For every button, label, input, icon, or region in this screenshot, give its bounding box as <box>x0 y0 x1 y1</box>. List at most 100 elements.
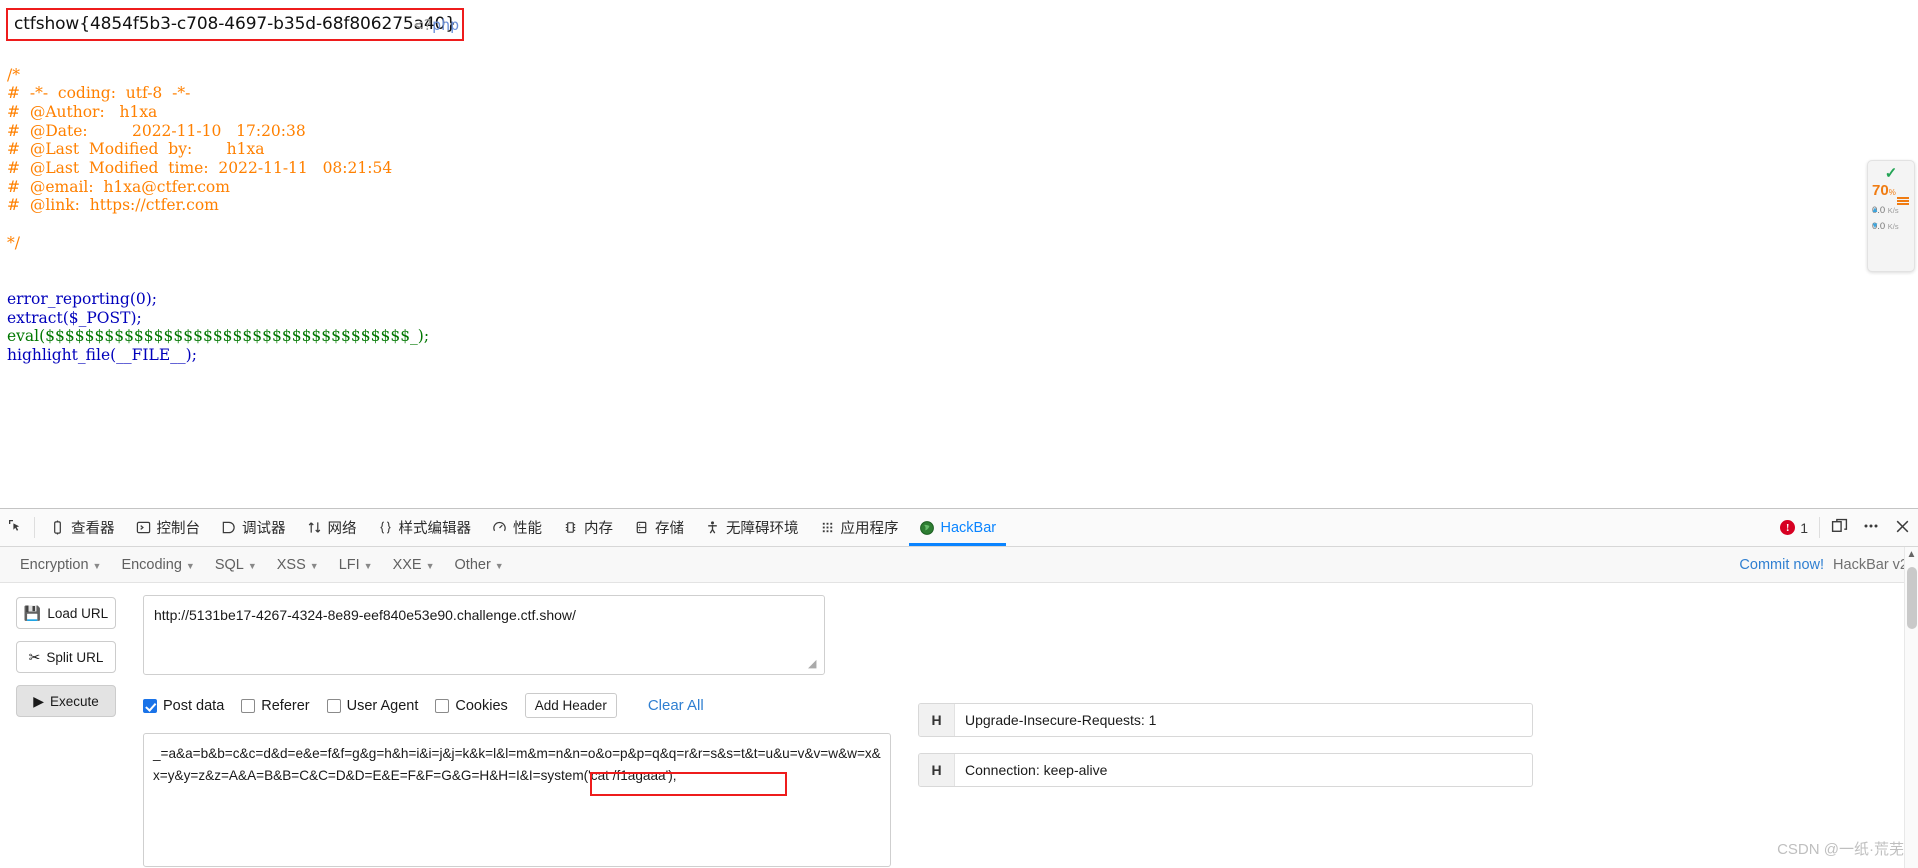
tab-accessibility-label: 无障碍环境 <box>726 521 799 537</box>
hackbar-right-pane: H Upgrade-Insecure-Requests: 1 H Connect… <box>918 583 1918 867</box>
memory-icon <box>562 519 579 536</box>
header-row-upgrade-insecure-requests[interactable]: H Upgrade-Insecure-Requests: 1 <box>918 703 1533 737</box>
tab-application[interactable]: 应用程序 <box>809 509 909 546</box>
commit-now-link[interactable]: Commit now! <box>1739 557 1824 573</box>
tab-inspector-label: 查看器 <box>71 521 115 537</box>
checkbox-user-agent[interactable]: User Agent <box>326 698 418 714</box>
element-picker-button[interactable] <box>0 509 30 546</box>
network-speed-widget[interactable]: ✓ 70% ▲ 0.0 K/s ▼ 0.0 K/s <box>1867 160 1915 272</box>
chevron-down-icon: ▼ <box>247 560 257 571</box>
execute-button[interactable]: ▶ Execute <box>16 685 116 717</box>
more-options-button[interactable] <box>1855 509 1887 546</box>
cookies-label: Cookies <box>455 697 508 714</box>
menu-sql-label: SQL <box>214 556 244 573</box>
console-icon <box>135 519 152 536</box>
devtools-panel: 查看器 控制台 调试器 网络 样式编辑器 性能 内存 存储 无障碍环境 应用程序… <box>0 508 1918 868</box>
download-arrow-icon: ▼ <box>1871 221 1879 230</box>
tab-inspector[interactable]: 查看器 <box>39 509 125 546</box>
tab-storage[interactable]: 存储 <box>623 509 694 546</box>
menu-encryption[interactable]: Encryption ▼ <box>10 553 111 577</box>
user-agent-checkbox-icon[interactable] <box>326 698 341 713</box>
hackbar-icon <box>919 519 936 536</box>
menu-other[interactable]: Other ▼ <box>445 553 514 577</box>
menu-other-label: Other <box>454 556 491 573</box>
dock-layout-button[interactable] <box>1824 509 1855 546</box>
tab-accessibility[interactable]: 无障碍环境 <box>694 509 809 546</box>
header-value[interactable]: Connection: keep-alive <box>955 754 1532 786</box>
php-open-tag-keyword: php <box>432 16 460 34</box>
menu-sql[interactable]: SQL ▼ <box>205 553 267 577</box>
commit-now-area[interactable]: Commit now! HackBar v2 <box>1739 557 1908 573</box>
dock-layout-icon <box>1831 518 1848 538</box>
add-header-button[interactable]: Add Header <box>524 693 617 718</box>
upload-arrow-icon: ▲ <box>1871 205 1879 214</box>
checkbox-post-data[interactable]: Post data <box>143 698 224 714</box>
checkbox-referer[interactable]: Referer <box>241 697 310 714</box>
csdn-watermark: CSDN @一纸·荒芜 <box>1777 841 1904 858</box>
hackbar-options-row: Post data Referer User Agent Cookies Add… <box>143 693 704 718</box>
menu-xxe[interactable]: XXE ▼ <box>383 553 445 577</box>
devtools-scrollbar[interactable]: ▲ <box>1904 547 1918 868</box>
tab-network-label: 网络 <box>327 521 357 537</box>
widget-download-unit: K/s <box>1887 222 1899 231</box>
code-line-eval: eval($$$$$$$$$$$$$$$$$$$$$$$$$$$$$$$$$$$… <box>7 327 430 346</box>
split-url-label: Split URL <box>46 649 104 665</box>
code-line-lastmod-time: # @Last Modified time: 2022-11-11 08:21:… <box>7 159 393 178</box>
menu-lfi[interactable]: LFI ▼ <box>329 553 383 577</box>
code-line-lastmod-by: # @Last Modified by: h1xa <box>7 140 265 159</box>
checkbox-cookies[interactable]: Cookies <box>435 697 508 714</box>
header-tag: H <box>919 754 955 786</box>
close-devtools-button[interactable] <box>1887 509 1918 546</box>
widget-percent-unit: % <box>1888 188 1896 197</box>
style-editor-icon <box>377 519 394 536</box>
scroll-up-icon[interactable]: ▲ <box>1905 547 1918 560</box>
url-input[interactable]: http://5131be17-4267-4324-8e89-eef840e53… <box>143 595 825 675</box>
tab-style-editor[interactable]: 样式编辑器 <box>367 509 482 546</box>
widget-upload-row: ▲ 0.0 K/s <box>1868 205 1914 216</box>
code-line-comment-start: /* <box>7 65 20 84</box>
download-icon: 💾 <box>23 605 42 621</box>
php-source-page: ctfshow{4854f5b3-c708-4697-b35d-68f80627… <box>0 0 1918 508</box>
hackbar-menu-bar: Encryption ▼ Encoding ▼ SQL ▼ XSS ▼ LFI ▼ XXE… <box>0 547 1918 583</box>
clear-all-button[interactable]: Clear All <box>648 697 704 714</box>
execute-label: Execute <box>50 693 99 709</box>
close-icon <box>1894 518 1911 538</box>
tab-performance[interactable]: 性能 <box>481 509 552 546</box>
referer-checkbox-icon[interactable] <box>241 698 256 713</box>
post-data-checkbox-icon[interactable] <box>143 698 157 713</box>
accessibility-icon <box>704 519 721 536</box>
devtools-tabbar: 查看器 控制台 调试器 网络 样式编辑器 性能 内存 存储 无障碍环境 应用程序… <box>0 509 1918 547</box>
hackbar-body: 💾 Load URL ✂ Split URL ▶ Execute http://… <box>0 583 1918 867</box>
tabbar-separator <box>34 517 35 538</box>
tabbar-spacer <box>1006 509 1773 546</box>
header-row-connection[interactable]: H Connection: keep-alive <box>918 753 1533 787</box>
load-url-button[interactable]: 💾 Load URL <box>16 597 116 629</box>
scrollbar-thumb[interactable] <box>1907 567 1917 629</box>
widget-check-icon: ✓ <box>1884 165 1898 182</box>
php-open-tag: <?php <box>414 16 460 34</box>
error-count-badge[interactable]: ! 1 <box>1773 509 1815 546</box>
split-url-button[interactable]: ✂ Split URL <box>16 641 116 673</box>
chevron-down-icon: ▼ <box>92 560 102 571</box>
code-line-comment-end: */ <box>7 233 20 252</box>
header-value[interactable]: Upgrade-Insecure-Requests: 1 <box>955 704 1532 736</box>
widget-percent-value: 70 <box>1872 182 1889 199</box>
tab-style-editor-label: 样式编辑器 <box>398 521 472 537</box>
referer-label: Referer <box>261 697 310 714</box>
tab-hackbar[interactable]: HackBar <box>908 509 1007 546</box>
menu-xss[interactable]: XSS ▼ <box>267 553 329 577</box>
menu-encoding[interactable]: Encoding ▼ <box>111 553 204 577</box>
storage-icon <box>633 519 650 536</box>
application-icon <box>819 519 836 536</box>
tab-console[interactable]: 控制台 <box>125 509 211 546</box>
tab-memory[interactable]: 内存 <box>552 509 623 546</box>
code-line-extract: extract($_POST); <box>7 308 142 327</box>
menu-encryption-label: Encryption <box>20 556 89 573</box>
tab-debugger[interactable]: 调试器 <box>210 509 296 546</box>
tab-console-label: 控制台 <box>156 521 201 537</box>
cookies-checkbox-icon[interactable] <box>435 698 450 713</box>
chevron-down-icon: ▼ <box>494 560 504 571</box>
post-data-input[interactable]: _=a&a=b&b=c&c=d&d=e&e=f&f=g&g=h&h=i&i=j&… <box>143 733 891 867</box>
tab-network[interactable]: 网络 <box>296 509 367 546</box>
chevron-down-icon: ▼ <box>185 560 195 571</box>
